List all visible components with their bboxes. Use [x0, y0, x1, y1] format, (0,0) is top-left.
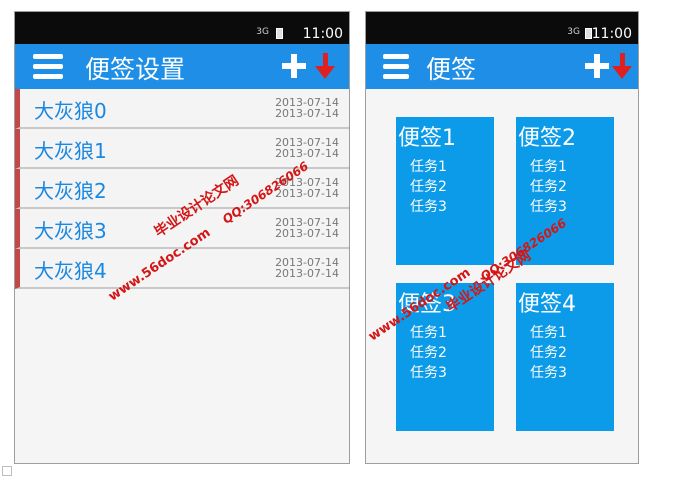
task-item: 任务1 [530, 325, 567, 341]
status-bar: 3G 11:00 [366, 12, 638, 44]
menu-icon[interactable] [33, 54, 63, 80]
list-item-date: 2013-07-14 [275, 227, 339, 240]
battery-icon [276, 28, 283, 39]
note-title: 便签4 [518, 292, 576, 317]
signal-icon: 3G [256, 27, 269, 37]
plus-icon[interactable] [582, 51, 612, 81]
arrow-down-icon[interactable] [612, 51, 634, 83]
task-item: 任务2 [410, 345, 447, 361]
plus-icon[interactable] [279, 51, 309, 81]
list-item-name: 大灰狼3 [34, 219, 107, 243]
status-bar: 3G 11:00 [15, 12, 349, 44]
note-card[interactable]: 便签4 任务1 任务2 任务3 [516, 283, 614, 431]
task-item: 任务2 [410, 179, 447, 195]
list-item-name: 大灰狼4 [34, 259, 107, 283]
page-title: 便签设置 [85, 55, 186, 84]
list-item-date: 2013-07-14 [275, 107, 339, 120]
list-item-name: 大灰狼0 [34, 99, 107, 123]
task-item: 任务2 [530, 179, 567, 195]
list-item-date: 2013-07-14 [275, 147, 339, 160]
task-item: 任务1 [410, 159, 447, 175]
phone-screen-settings: 3G 11:00 便签设置 大灰狼0 2013-07-14 2013-07-14… [14, 11, 350, 464]
task-item: 任务1 [410, 325, 447, 341]
note-card[interactable]: 便签1 任务1 任务2 任务3 [396, 117, 494, 265]
note-list: 大灰狼0 2013-07-14 2013-07-14 大灰狼1 2013-07-… [15, 89, 349, 289]
task-item: 任务3 [530, 365, 567, 381]
list-item-name: 大灰狼2 [34, 179, 107, 203]
page-title: 便签 [426, 55, 477, 84]
status-time: 11:00 [591, 26, 632, 42]
menu-icon[interactable] [383, 54, 409, 80]
status-time: 11:00 [302, 26, 343, 42]
corner-mark [2, 466, 12, 476]
app-bar: 便签 [366, 44, 638, 89]
list-item[interactable]: 大灰狼0 2013-07-14 2013-07-14 [15, 89, 349, 129]
task-item: 任务3 [410, 365, 447, 381]
task-item: 任务3 [530, 199, 567, 215]
task-item: 任务2 [530, 345, 567, 361]
task-item: 任务3 [410, 199, 447, 215]
note-title: 便签1 [398, 126, 456, 151]
note-title: 便签2 [518, 126, 576, 151]
app-bar: 便签设置 [15, 44, 349, 89]
phone-screen-notes: 3G 11:00 便签 便签1 任务1 任务2 任务3 便签2 任务1 任务2 … [365, 11, 639, 464]
list-item-date: 2013-07-14 [275, 187, 339, 200]
list-item-date: 2013-07-14 [275, 267, 339, 280]
list-item-name: 大灰狼1 [34, 139, 107, 163]
arrow-down-icon[interactable] [315, 51, 337, 83]
signal-icon: 3G [567, 27, 580, 37]
task-item: 任务1 [530, 159, 567, 175]
